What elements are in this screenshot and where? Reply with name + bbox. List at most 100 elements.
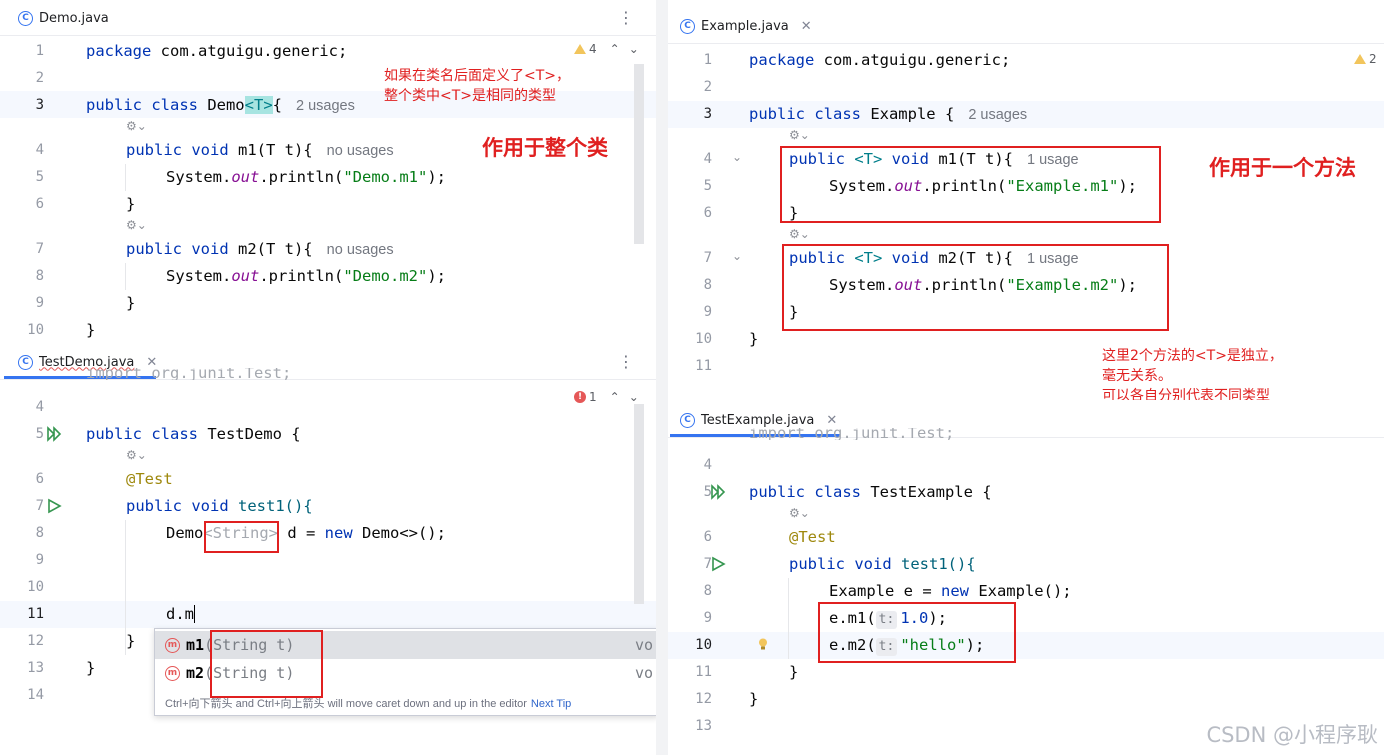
scrollbar[interactable] [634,404,644,604]
refactor-icon[interactable]: ⚙⌄ [126,218,147,232]
line-number: 12 [27,633,44,649]
code-line[interactable]: } [86,317,95,342]
line-number: 1 [703,52,712,68]
line-number: 11 [695,664,712,680]
line-number: 6 [703,529,712,545]
close-icon[interactable]: ✕ [801,19,812,34]
tab-label: TestExample.java [701,412,815,428]
code-line[interactable]: } [749,686,758,713]
code-line[interactable]: } [126,191,135,218]
code-line[interactable]: System.out.println("Demo.m1"); [166,164,446,191]
code-line[interactable]: public class TestExample { [749,479,992,506]
line-number: 14 [27,687,44,703]
code-line[interactable]: @Test [789,524,836,551]
demo-tab-bar: C Demo.java ⋮ [0,0,656,36]
code-line[interactable]: public void test1(){ [126,493,313,520]
run-test-icon[interactable] [710,556,726,572]
indent-guide [788,578,789,659]
next-tip-link[interactable]: Next Tip [531,698,571,710]
code-line[interactable]: } [749,326,758,353]
annotation-whole-class: 作用于整个类 [482,136,608,160]
testdemo-editor-pane: C TestDemo.java ✕ ⋮ import org.junit.Tes… [0,344,656,755]
class-icon: C [18,10,33,26]
warning-indicator[interactable]: 4 ⌃ ⌄ [574,42,639,56]
code-line[interactable]: } [86,655,95,682]
line-number: 5 [703,178,712,194]
vertical-divider[interactable] [656,0,668,755]
line-number: 8 [703,277,712,293]
refactor-icon[interactable]: ⚙⌄ [126,119,147,133]
warning-icon [1354,54,1366,64]
tab-label: Demo.java [39,10,109,26]
current-line-highlight [0,601,656,628]
code-line[interactable]: public void m1(T t){no usages [126,137,394,164]
code-line[interactable]: public class TestDemo { [86,421,301,448]
line-number: 11 [27,606,44,622]
refactor-icon[interactable]: ⚙⌄ [789,506,810,520]
completion-method-name: m1 [186,636,205,654]
code-line[interactable]: } [126,628,135,655]
line-number: 5 [35,169,44,185]
line-number: 10 [695,331,712,347]
tab-example-java[interactable]: C Example.java ✕ [668,8,822,44]
scrollbar[interactable] [634,64,644,244]
line-number: 5 [35,426,44,442]
line-number: 8 [35,268,44,284]
chevron-up-icon[interactable]: ⌃ [610,42,620,56]
code-line[interactable]: } [126,290,135,317]
code-line[interactable]: public class Demo<T>{2 usages [86,92,355,119]
code-line[interactable]: } [789,659,798,686]
run-class-icon[interactable] [710,484,726,500]
line-number: 6 [703,205,712,221]
usages-hint: no usages [326,143,394,159]
more-options-icon[interactable]: ⋮ [618,352,634,371]
highlight-box-method-m1 [780,146,1161,223]
example-tab-bar: C Example.java ✕ [668,8,1384,44]
line-number: 1 [35,43,44,59]
chevron-down-icon[interactable]: ⌄ [629,42,639,56]
refactor-icon[interactable]: ⚙⌄ [789,227,810,241]
fold-icon[interactable]: ⌄ [732,249,742,263]
code-line[interactable]: System.out.println("Demo.m2"); [166,263,446,290]
indent-guide [125,164,126,191]
chevron-down-icon[interactable]: ⌄ [629,390,639,404]
method-icon: m [165,637,180,653]
line-number: 2 [703,79,712,95]
chevron-up-icon[interactable]: ⌃ [610,390,620,404]
lightbulb-icon[interactable] [758,638,768,650]
method-icon: m [165,665,180,681]
tab-demo-java[interactable]: C Demo.java [6,0,119,36]
code-line[interactable]: public class Example {2 usages [749,101,1027,128]
class-icon: C [680,18,695,34]
line-number: 9 [703,610,712,626]
current-line-highlight [668,632,1384,659]
warning-count: 4 [589,42,597,56]
close-icon[interactable]: ✕ [826,413,837,428]
line-number: 2 [35,70,44,86]
run-test-icon[interactable] [46,498,62,514]
error-icon: ! [574,391,586,403]
refactor-icon[interactable]: ⚙⌄ [789,128,810,142]
warning-icon [574,44,586,54]
testexample-editor-pane: C TestExample.java ✕ import org.junit.Te… [668,402,1384,755]
line-number: 13 [27,660,44,676]
code-line[interactable]: d.m [166,601,195,628]
code-line[interactable]: @Test [126,466,173,493]
line-number: 8 [35,525,44,541]
run-class-icon[interactable] [46,426,62,442]
warning-indicator[interactable]: 2 [1354,52,1377,66]
code-line[interactable]: Example e = new Example(); [829,578,1072,605]
annotation-independent-types: 这里2个方法的<T>是独立， 毫无关系。 可以各自分别代表不同类型 [1102,348,1283,400]
line-number: 4 [703,457,712,473]
class-icon: C [18,354,33,370]
error-indicator[interactable]: ! 1 ⌃ ⌄ [574,390,639,404]
code-line[interactable]: public void m2(T t){no usages [126,236,394,263]
fold-icon[interactable]: ⌄ [732,150,742,164]
refactor-icon[interactable]: ⚙⌄ [126,448,147,462]
code-line[interactable]: public void test1(){ [789,551,976,578]
more-options-icon[interactable]: ⋮ [618,8,634,27]
usages-hint: no usages [326,242,394,258]
usages-hint: 2 usages [968,107,1028,123]
code-line[interactable]: package com.atguigu.generic; [86,38,347,65]
code-line[interactable]: package com.atguigu.generic; [749,47,1010,74]
